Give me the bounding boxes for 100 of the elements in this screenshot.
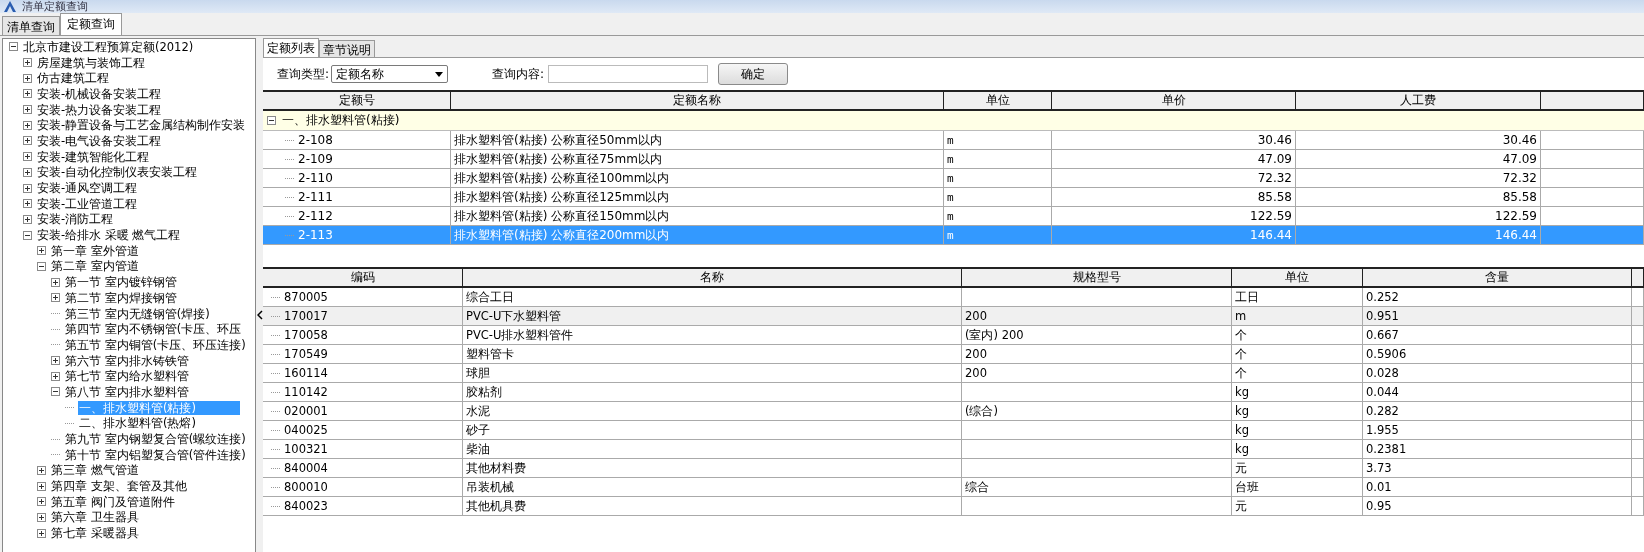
table-cell: 砂子	[466, 422, 490, 438]
expand-icon[interactable]	[23, 167, 32, 177]
table-row[interactable]: 170549 塑料管卡 200 个 0.5906	[263, 345, 1644, 364]
expand-icon[interactable]	[37, 497, 46, 507]
tree-item[interactable]: 第五章 阀门及管道附件	[50, 494, 176, 509]
column-header[interactable]: 含量	[1363, 269, 1632, 288]
table-row[interactable]: 800010 吊装机械 综合 台班 0.01	[263, 478, 1644, 497]
column-header[interactable]: 定额号	[263, 92, 451, 111]
table-cell: (室内) 200	[965, 327, 1024, 343]
column-header[interactable]	[1632, 269, 1644, 288]
tree-item[interactable]: 第七节 室内给水塑料管	[64, 369, 190, 384]
collapse-panel-icon[interactable]	[256, 310, 263, 320]
tree-item[interactable]: 第四节 室内不锈钢管(卡压、环压	[64, 322, 243, 337]
expand-icon[interactable]	[51, 371, 60, 381]
column-header[interactable]: 单位	[944, 92, 1052, 111]
collapse-icon[interactable]	[23, 230, 32, 240]
tree-item[interactable]: 第一章 室外管道	[50, 243, 140, 258]
table-row[interactable]: 040025 砂子 kg 1.955	[263, 421, 1644, 440]
query-type-label: 查询类型:	[277, 65, 330, 83]
tree-item[interactable]: 第五节 室内铜管(卡压、环压连接)	[64, 337, 247, 352]
collapse-icon[interactable]	[37, 261, 46, 271]
tab[interactable]: 定额列表	[263, 38, 319, 57]
tree-item[interactable]: 安装-给排水 采暖 燃气工程	[36, 228, 182, 243]
tree-item[interactable]: 仿古建筑工程	[36, 71, 110, 86]
tree-item[interactable]: 安装-机械设备安装工程	[36, 86, 163, 101]
tree-item[interactable]: 北京市建设工程预算定额(2012)	[22, 39, 195, 54]
tree-item[interactable]: 第六节 室内排水铸铁管	[64, 353, 190, 368]
tree-item[interactable]: 安装-通风空调工程	[36, 181, 139, 196]
table-row[interactable]: 100321 柴油 kg 0.2381	[263, 440, 1644, 459]
expand-icon[interactable]	[37, 528, 46, 538]
table-row[interactable]: 840023 其他机具费 元 0.95	[263, 497, 1644, 516]
tree-item[interactable]: 第八节 室内排水塑料管	[64, 384, 190, 399]
tree-item[interactable]: 二、排水塑料管(热熔)	[78, 416, 197, 431]
tree-item[interactable]: 第十节 室内铝塑复合管(管件连接)	[64, 447, 247, 462]
tree-item[interactable]: 房屋建筑与装饰工程	[36, 55, 146, 70]
expand-icon[interactable]	[37, 481, 46, 491]
column-header[interactable]: 单位	[1232, 269, 1363, 288]
query-type-dropdown[interactable]: 定额名称	[331, 65, 449, 83]
table-row[interactable]: 170017 PVC-U下水塑料管 200 m 0.951	[263, 307, 1644, 326]
expand-icon[interactable]	[51, 293, 60, 303]
column-header[interactable]: 编码	[263, 269, 463, 288]
column-header[interactable]	[1541, 92, 1644, 111]
table-row[interactable]: 2-111 排水塑料管(粘接) 公称直径125mm以内 m 85.58 85.58	[263, 188, 1644, 207]
tree-item[interactable]: 安装-工业管道工程	[36, 196, 139, 211]
tab[interactable]: 章节说明	[319, 40, 375, 57]
expand-icon[interactable]	[23, 120, 32, 130]
tree-item[interactable]: 安装-静置设备与工艺金属结构制作安装	[36, 118, 247, 133]
tree-item[interactable]: 第一节 室内镀锌钢管	[64, 275, 178, 290]
table-cell: 30.46	[1257, 133, 1292, 147]
collapse-icon[interactable]	[9, 42, 18, 52]
expand-icon[interactable]	[23, 58, 32, 68]
column-header[interactable]: 单价	[1052, 92, 1296, 111]
expand-icon[interactable]	[37, 512, 46, 522]
table-row[interactable]: 020001 水泥 (综合) kg 0.282	[263, 402, 1644, 421]
table-row[interactable]: 2-110 排水塑料管(粘接) 公称直径100mm以内 m 72.32 72.32	[263, 169, 1644, 188]
group-row[interactable]: 一、排水塑料管(粘接)	[263, 111, 1644, 131]
expand-icon[interactable]	[23, 199, 32, 209]
tree-item[interactable]: 安装-热力设备安装工程	[36, 102, 163, 117]
tree-item[interactable]: 安装-自动化控制仪表安装工程	[36, 165, 199, 180]
expand-icon[interactable]	[37, 465, 46, 475]
tree-item[interactable]: 安装-电气设备安装工程	[36, 133, 163, 148]
expand-icon[interactable]	[23, 214, 32, 224]
table-row[interactable]: 110142 胶粘剂 kg 0.044	[263, 383, 1644, 402]
tree-item[interactable]: 第二章 室内管道	[50, 259, 140, 274]
expand-icon[interactable]	[23, 183, 32, 193]
table-row[interactable]: 2-108 排水塑料管(粘接) 公称直径50mm以内 m 30.46 30.46	[263, 131, 1644, 150]
tab[interactable]: 清单查询	[2, 16, 60, 35]
collapse-icon[interactable]	[267, 116, 276, 125]
expand-icon[interactable]	[23, 89, 32, 99]
column-header[interactable]: 定额名称	[451, 92, 944, 111]
table-row[interactable]: 840004 其他材料费 元 3.73	[263, 459, 1644, 478]
tree-item[interactable]: 安装-建筑智能化工程	[36, 149, 151, 164]
expand-icon[interactable]	[51, 356, 60, 366]
tree-item[interactable]: 第四章 支架、套管及其他	[50, 479, 188, 494]
table-row[interactable]: 170058 PVC-U排水塑料管件 (室内) 200 个 0.667	[263, 326, 1644, 345]
table-cell: m	[947, 228, 954, 242]
table-row[interactable]: 160114 球胆 200 个 0.028	[263, 364, 1644, 383]
tree-item[interactable]: 第三章 燃气管道	[50, 463, 140, 478]
expand-icon[interactable]	[51, 277, 60, 287]
table-cell: 100321	[284, 442, 328, 456]
expand-icon[interactable]	[23, 105, 32, 115]
tree-item[interactable]: 第九节 室内钢塑复合管(螺纹连接)	[64, 432, 247, 447]
column-header[interactable]: 规格型号	[962, 269, 1232, 288]
tree-item[interactable]: 第六章 卫生器具	[50, 510, 140, 525]
table-row[interactable]: 2-109 排水塑料管(粘接) 公称直径75mm以内 m 47.09 47.09	[263, 150, 1644, 169]
expand-icon[interactable]	[37, 246, 46, 256]
expand-icon[interactable]	[23, 136, 32, 146]
collapse-icon[interactable]	[51, 387, 60, 397]
expand-icon[interactable]	[23, 152, 32, 162]
expand-icon[interactable]	[23, 73, 32, 83]
tree-item[interactable]: 第二节 室内焊接钢管	[64, 290, 178, 305]
query-content-field[interactable]	[548, 65, 709, 83]
confirm-button[interactable]: 确定	[718, 63, 789, 85]
tab[interactable]: 定额查询	[60, 13, 122, 35]
tree-item[interactable]: 第三节 室内无缝钢管(焊接)	[64, 306, 211, 321]
tree-item[interactable]: 安装-消防工程	[36, 212, 115, 227]
table-cell: 其他材料费	[466, 460, 526, 476]
column-header[interactable]: 人工费	[1296, 92, 1541, 111]
tree-item[interactable]: 第七章 采暖器具	[50, 526, 140, 541]
column-header[interactable]: 名称	[463, 269, 962, 288]
